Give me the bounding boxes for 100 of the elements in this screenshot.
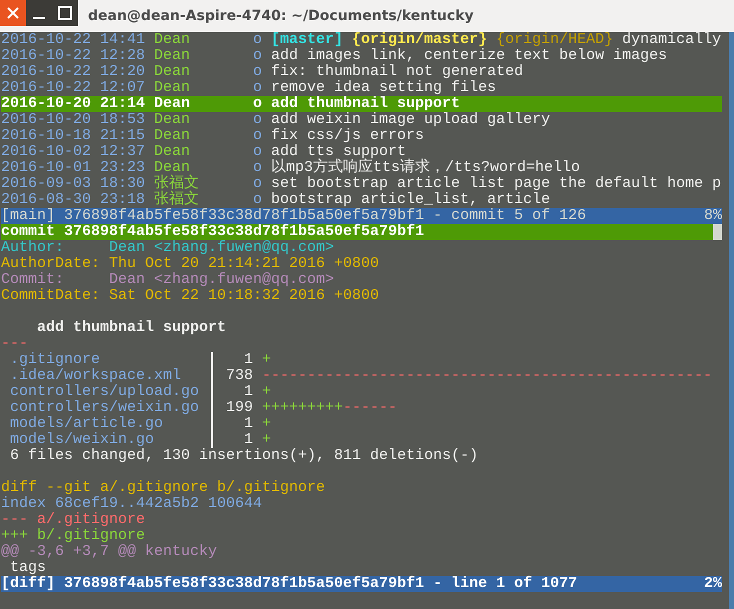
context-line: tags bbox=[10, 559, 46, 576]
log-row[interactable]: 2016-09-03 18:30 张福文 o set bootstrap article list page the default home p bbox=[1, 176, 722, 192]
author-date-line: AuthorDate: Thu Oct 20 21:14:21 2016 +0800 bbox=[1, 255, 380, 272]
commit-author: Dean bbox=[154, 128, 192, 144]
commit-date: 2016-10-22 12:07 bbox=[1, 80, 146, 96]
graph-symbol: o bbox=[253, 96, 264, 112]
change-count: 738 bbox=[225, 368, 254, 384]
author-line: Author: Dean <zhang.fuwen@qq.com> bbox=[1, 239, 334, 256]
log-row[interactable]: 2016-10-18 21:15 Dean o fix css/js errors bbox=[1, 128, 722, 144]
file-name: .gitignore bbox=[9, 352, 102, 368]
status-percent: 2% bbox=[704, 576, 722, 592]
log-row[interactable]: 2016-10-20 21:14 Dean o add thumbnail support bbox=[1, 96, 722, 112]
cursor-block bbox=[713, 224, 722, 240]
change-count: 1 bbox=[243, 416, 254, 432]
graph-symbol: o bbox=[253, 80, 264, 96]
status-text: [diff] 376898f4ab5fe58f33c38d78f1b5a50ef5a79bf1 - line 1 of 1077 bbox=[1, 576, 578, 592]
change-count: 1 bbox=[243, 384, 254, 400]
commit-date: 2016-10-02 12:37 bbox=[1, 144, 146, 160]
commit-message: add thumbnail support bbox=[271, 96, 460, 112]
status-text: [main] 376898f4ab5fe58f33c38d78f1b5a50ef5a79bf1 - commit 5 of 126 bbox=[1, 208, 586, 224]
status-percent: 8% bbox=[704, 208, 722, 224]
log-row[interactable]: 2016-10-22 14:41 Dean o [master] {origin/master} {origin/HEAD} dynamically bbox=[1, 32, 722, 48]
log-row[interactable]: 2016-10-20 18:53 Dean o add weixin image upload gallery bbox=[1, 112, 722, 128]
commit-author: Dean bbox=[154, 32, 192, 48]
additions-graph: + bbox=[262, 431, 272, 448]
log-row[interactable]: 2016-10-22 12:20 Dean o fix: thumbnail not generated bbox=[1, 64, 722, 80]
change-count: 1 bbox=[243, 432, 254, 448]
log-row[interactable]: 2016-08-30 23:18 张福文 o bootstrap article_list, article bbox=[1, 192, 722, 208]
commit-message: fix css/js errors bbox=[271, 128, 424, 144]
commit-date: 2016-08-30 23:18 bbox=[1, 192, 146, 208]
commit-message: add images link, centerize text below images bbox=[271, 48, 668, 64]
commit-message: bootstrap article_list, article bbox=[271, 192, 550, 208]
commit-hash-line: commit 376898f4ab5fe58f33c38d78f1b5a50ef5a79bf1 bbox=[1, 224, 424, 240]
graph-symbol: o bbox=[253, 144, 264, 160]
commit-author: Dean bbox=[154, 112, 192, 128]
commit-message: set bootstrap article list page the default home p bbox=[271, 176, 722, 192]
graph-symbol: o bbox=[253, 128, 264, 144]
maximize-icon bbox=[58, 6, 72, 20]
log-row[interactable]: 2016-10-22 12:28 Dean o add images link, centerize text below images bbox=[1, 48, 722, 64]
commit-message: add weixin image upload gallery bbox=[271, 112, 550, 128]
additions-graph: + bbox=[262, 383, 272, 400]
commit-author: Dean bbox=[154, 144, 192, 160]
file-name: controllers/weixin.go bbox=[9, 400, 200, 416]
change-count: 1 bbox=[243, 352, 254, 368]
ref-label: [master] bbox=[271, 32, 344, 48]
separator-line: --- bbox=[1, 335, 28, 352]
log-row[interactable]: 2016-10-01 23:23 Dean o 以mp3方式响应tts请求，/tts?word=hello bbox=[1, 160, 722, 176]
graph-symbol: o bbox=[253, 160, 264, 176]
window-title: dean@dean-Aspire-4740: ~/Documents/kentucky bbox=[88, 7, 474, 26]
minimize-button[interactable] bbox=[26, 0, 52, 26]
commit-author: 张福文 bbox=[154, 192, 200, 208]
commit-date: 2016-10-01 23:23 bbox=[1, 160, 146, 176]
additions-graph: + bbox=[262, 415, 272, 432]
commit-message: remove idea setting files bbox=[271, 80, 496, 96]
file-name: models/article.go bbox=[9, 416, 164, 432]
log-row[interactable]: 2016-10-22 12:07 Dean o remove idea setting files bbox=[1, 80, 722, 96]
additions-graph: + bbox=[262, 351, 272, 368]
deletions-graph: ------ bbox=[343, 399, 398, 416]
change-count: 199 bbox=[225, 400, 254, 416]
commit-message: fix: thumbnail not generated bbox=[271, 64, 524, 80]
commit-author: Dean bbox=[154, 96, 192, 112]
file-name: models/weixin.go bbox=[9, 432, 156, 448]
diffstat-summary: 6 files changed, 130 insertions(+), 811 deletions(-) bbox=[9, 447, 478, 464]
commit-date: 2016-10-20 21:14 bbox=[1, 96, 146, 112]
commit-message: dynamically bbox=[622, 32, 722, 48]
deletions-graph: -------------------------------------------------- bbox=[262, 367, 712, 384]
new-file-line: +++ b/.gitignore bbox=[1, 527, 146, 544]
commit-date: 2016-10-18 21:15 bbox=[1, 128, 146, 144]
graph-symbol: o bbox=[253, 192, 264, 208]
commit-date-line: CommitDate: Sat Oct 22 10:18:32 2016 +0800 bbox=[1, 287, 380, 304]
commit-author: 张福文 bbox=[154, 176, 200, 192]
hunk-header: @@ -3,6 +3,7 @@ kentucky bbox=[1, 543, 218, 560]
commit-date: 2016-09-03 18:30 bbox=[1, 176, 146, 192]
commit-date: 2016-10-20 18:53 bbox=[1, 112, 146, 128]
commit-message: add thumbnail support bbox=[36, 319, 226, 336]
close-icon bbox=[7, 7, 19, 19]
additions-graph: +++++++++ bbox=[262, 399, 344, 416]
commit-author: Dean bbox=[154, 64, 192, 80]
graph-symbol: o bbox=[253, 112, 264, 128]
minimize-icon bbox=[33, 17, 45, 19]
graph-symbol: o bbox=[253, 48, 264, 64]
log-row[interactable]: 2016-10-02 12:37 Dean o add tts support bbox=[1, 144, 722, 160]
graph-symbol: o bbox=[253, 32, 264, 48]
commit-message: 以mp3方式响应tts请求，/tts?word=hello bbox=[271, 160, 580, 176]
commit-author: Dean bbox=[154, 80, 192, 96]
index-line: index 68cef19..442a5b2 100644 bbox=[1, 495, 262, 512]
close-button[interactable] bbox=[0, 0, 26, 26]
graph-symbol: o bbox=[253, 176, 264, 192]
ref-label: {origin/HEAD} bbox=[496, 32, 614, 48]
old-file-line: --- a/.gitignore bbox=[1, 511, 146, 528]
commit-author: Dean bbox=[154, 48, 192, 64]
commit-message: add tts support bbox=[271, 144, 406, 160]
commit-date: 2016-10-22 12:28 bbox=[1, 48, 146, 64]
diff-header: diff --git a/.gitignore b/.gitignore bbox=[1, 479, 326, 496]
graph-symbol: o bbox=[253, 64, 264, 80]
commit-author: Dean bbox=[154, 160, 190, 176]
file-name: .idea/workspace.xml bbox=[9, 368, 182, 384]
ref-label: {origin/master} bbox=[352, 32, 488, 48]
maximize-button[interactable] bbox=[52, 0, 78, 26]
commit-date: 2016-10-22 14:41 bbox=[1, 32, 146, 48]
